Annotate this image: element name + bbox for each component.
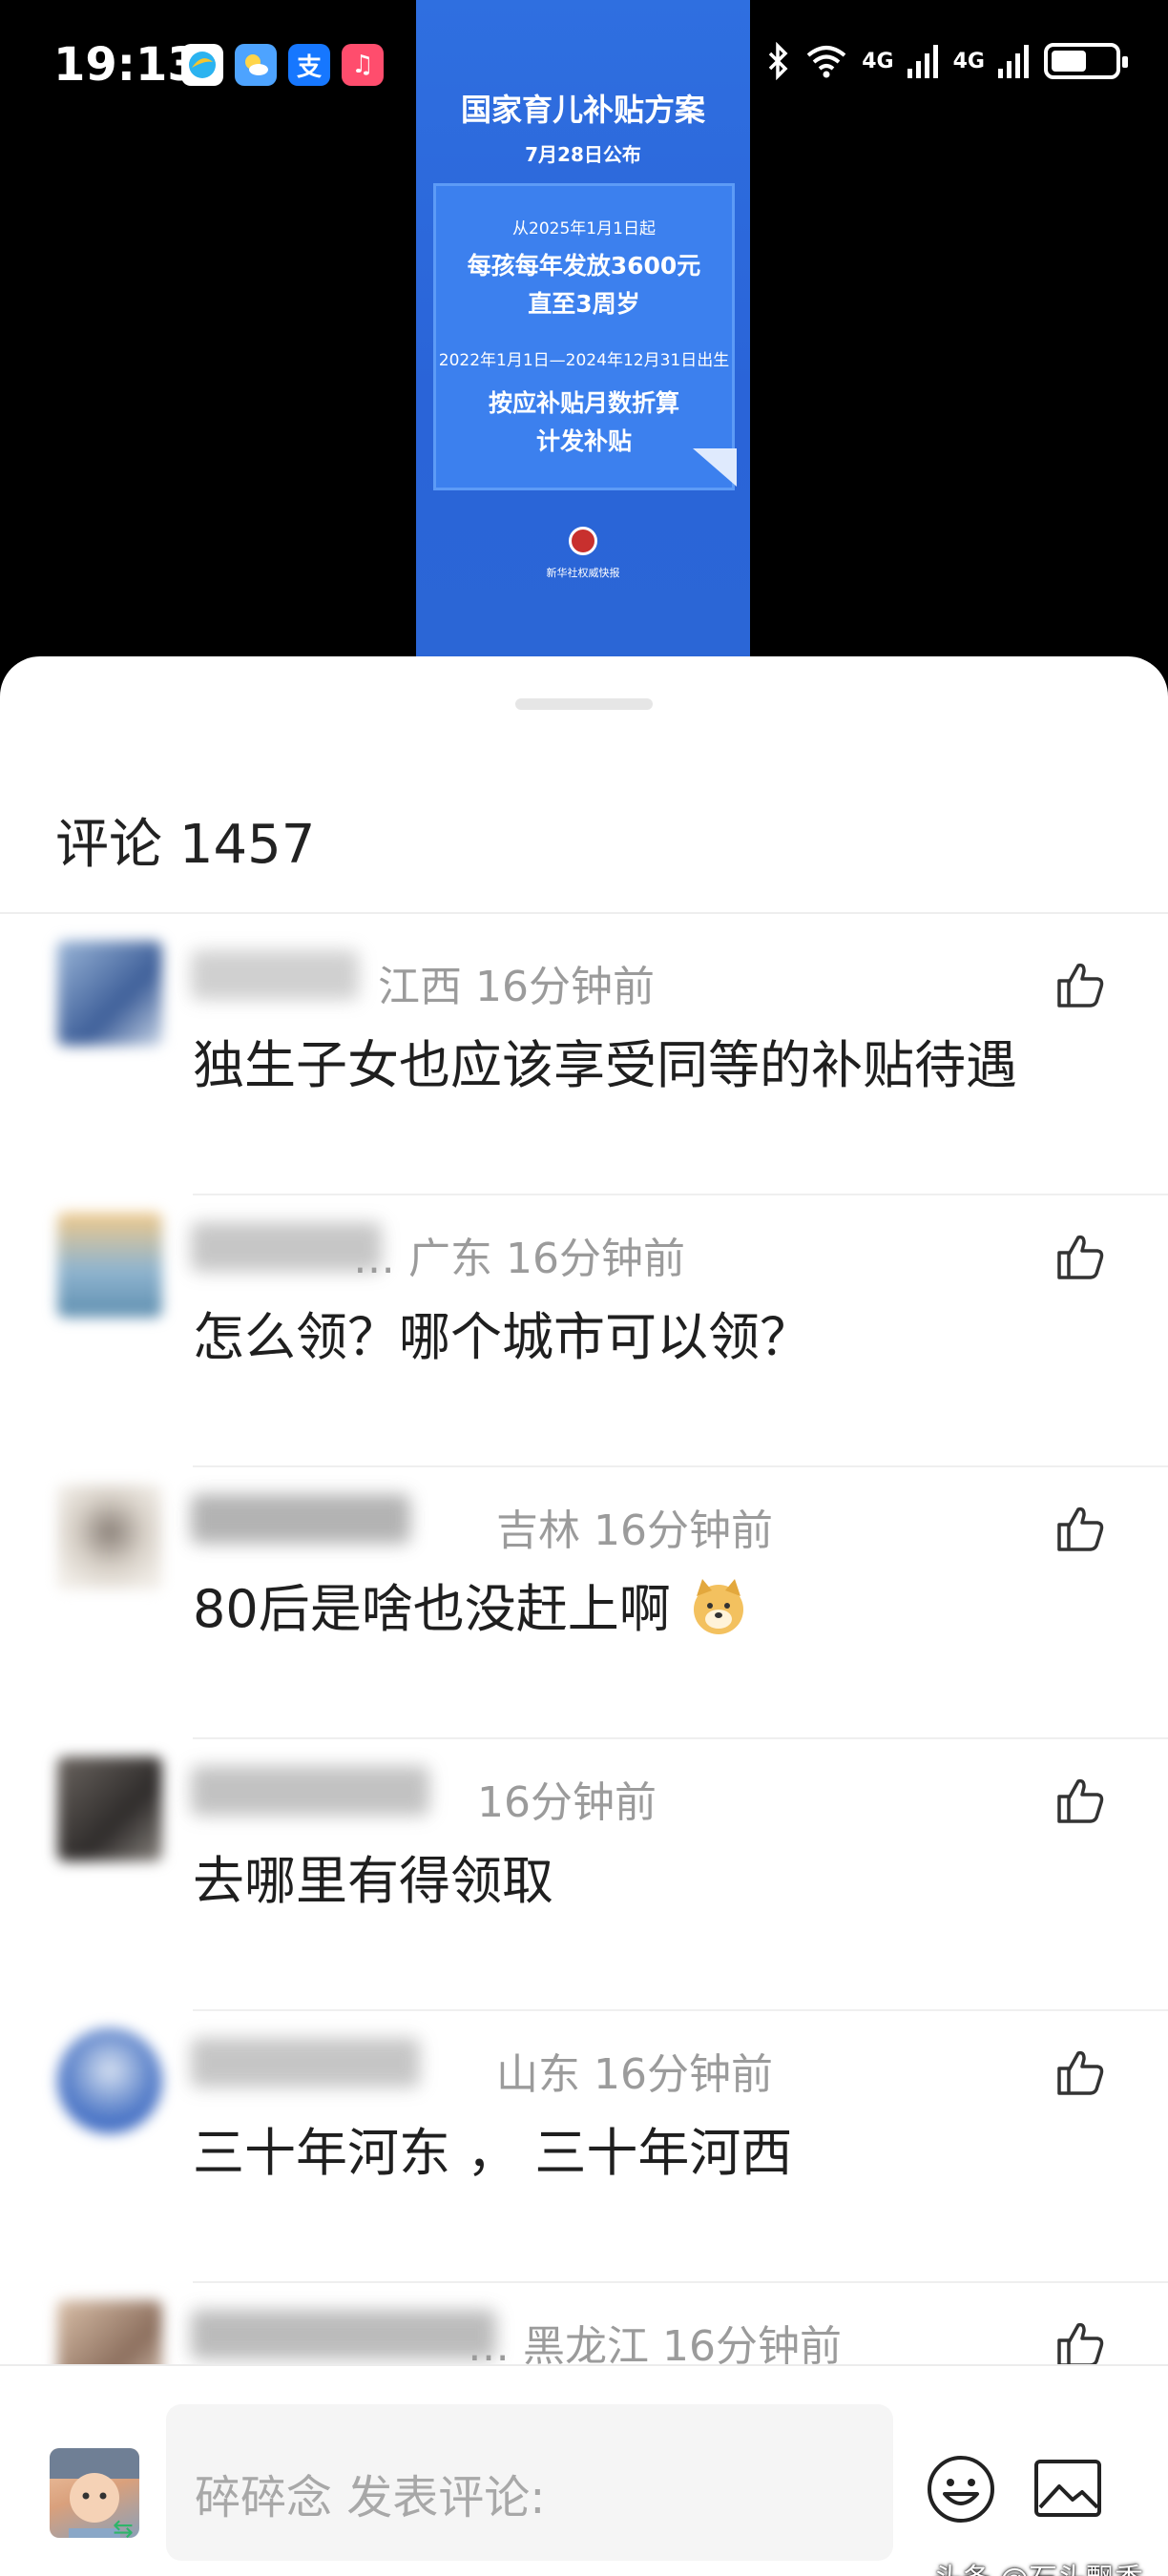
comments-count: 1457 — [178, 814, 316, 876]
avatar[interactable] — [57, 1485, 162, 1589]
comment-region: 吉林 — [496, 1506, 580, 1555]
watermark: 头条 @石头飘香 — [933, 2555, 1143, 2576]
emoji-icon[interactable] — [926, 2454, 996, 2524]
comment-region: 江西 — [378, 963, 462, 1011]
poster-line: 从2025年1月1日起 — [512, 219, 656, 239]
comment-item[interactable]: 吉林 16分钟前 80后是啥也没赶上啊 — [0, 1467, 1168, 1739]
comment-name-ellipsis: … — [353, 1235, 395, 1283]
poster-line: 按应补贴月数折算 — [488, 389, 679, 417]
alipay-icon: 支 — [288, 44, 330, 86]
poster-line: 每孩每年发放3600元 — [467, 252, 701, 280]
comment-text-row: 80后是啥也没赶上啊 — [193, 1567, 750, 1642]
username-blurred[interactable] — [191, 2310, 496, 2359]
comment-meta: 山东 16分钟前 — [496, 2040, 773, 2101]
doge-emoji-icon — [693, 1579, 743, 1634]
poster-line: 2022年1月1日—2024年12月31日出生 — [438, 351, 730, 370]
comment-item[interactable]: 16分钟前 去哪里有得领取 — [0, 1739, 1168, 2011]
comment-text: 怎么领？哪个城市可以领？ — [193, 1307, 811, 1367]
system-icons: 4G 4G — [715, 42, 1128, 80]
wifi-icon — [806, 46, 846, 78]
image-icon[interactable] — [1032, 2458, 1103, 2519]
signal-icon-2 — [998, 45, 1029, 78]
comment-text: 80后是啥也没赶上啊 — [193, 1579, 671, 1639]
comment-input-placeholder: 碎碎念 发表评论: — [195, 2471, 546, 2524]
article-poster-image[interactable]: 国家育儿补贴方案 7月28日公布 从2025年1月1日起 每孩每年发放3600元… — [416, 0, 750, 658]
bluetooth-icon — [769, 42, 788, 80]
comment-region: 山东 — [496, 2050, 580, 2099]
like-icon[interactable] — [1053, 1774, 1107, 1827]
avatar[interactable] — [57, 2028, 162, 2133]
comment-item[interactable]: … 广东 16分钟前 怎么领？哪个城市可以领？ — [0, 1195, 1168, 1467]
comment-meta: 江西 16分钟前 — [378, 952, 655, 1013]
comment-text: 独生子女也应该享受同等的补贴待遇 — [193, 1035, 1017, 1095]
like-icon[interactable] — [1053, 958, 1107, 1011]
comment-meta: … 广东 16分钟前 — [353, 1224, 685, 1285]
avatar[interactable] — [57, 1213, 162, 1318]
like-icon[interactable] — [1053, 2317, 1107, 2371]
switch-account-icon[interactable]: ⇆ — [113, 2515, 134, 2544]
poster-line: 计发补贴 — [535, 427, 632, 455]
signal-icon-1 — [907, 45, 938, 78]
poster-line: 直至3周岁 — [528, 290, 640, 318]
battery-icon — [1044, 43, 1128, 79]
comment-text: 三十年河东 ， 三十年河西 — [193, 2123, 793, 2183]
username-blurred[interactable] — [191, 1494, 410, 1544]
header-divider — [0, 912, 1168, 914]
comments-label: 评论 — [55, 814, 162, 876]
comment-time: 16分钟前 — [477, 1778, 657, 1827]
clock: 19:13 — [53, 38, 199, 92]
poster-card: 从2025年1月1日起 每孩每年发放3600元 直至3周岁 2022年1月1日—… — [433, 183, 735, 490]
like-icon[interactable] — [1053, 1502, 1107, 1555]
comment-region: 广东 — [408, 1235, 492, 1283]
comment-time: 16分钟前 — [594, 1506, 773, 1555]
sheet-drag-handle[interactable] — [515, 698, 653, 710]
comments-sheet: 评论 1457 江西 16分钟前 独生子女也应该享受同等的补贴待遇 … 广东 1… — [0, 656, 1168, 2576]
poster-date: 7月28日公布 — [525, 143, 641, 166]
avatar[interactable] — [57, 941, 162, 1046]
comment-item[interactable]: 山东 16分钟前 三十年河东 ， 三十年河西 — [0, 2011, 1168, 2283]
username-blurred[interactable] — [191, 1766, 429, 1816]
browser-icon — [181, 44, 223, 86]
comment-meta: 16分钟前 — [477, 1768, 657, 1829]
like-icon[interactable] — [1053, 1230, 1107, 1283]
poster-credit: 新华社权威快报 — [546, 567, 620, 579]
weather-icon — [235, 44, 277, 86]
comment-meta: 吉林 16分钟前 — [496, 1496, 773, 1557]
avatar[interactable] — [57, 1756, 162, 1861]
comments-header: 评论 1457 — [55, 801, 315, 879]
like-icon[interactable] — [1053, 2046, 1107, 2099]
page-curl-decoration — [693, 448, 737, 487]
comment-text: 去哪里有得领取 — [193, 1851, 553, 1911]
comment-time: 16分钟前 — [475, 963, 655, 1011]
notification-app-icons: 支 ♫ — [181, 44, 384, 86]
username-blurred[interactable] — [191, 2038, 420, 2088]
username-blurred[interactable] — [191, 950, 359, 1000]
comment-input-bar: ⇆ 碎碎念 发表评论: 头条 @石头飘香 — [0, 2364, 1168, 2576]
comment-item[interactable]: 江西 16分钟前 独生子女也应该享受同等的补贴待遇 — [0, 924, 1168, 1195]
xinhua-logo-icon — [569, 527, 597, 555]
network-label-1: 4G — [862, 49, 894, 73]
poster-title: 国家育儿补贴方案 — [460, 92, 705, 128]
music-icon: ♫ — [342, 44, 384, 86]
comment-time: 16分钟前 — [594, 2050, 773, 2099]
network-label-2: 4G — [952, 49, 985, 73]
comment-time: 16分钟前 — [506, 1235, 685, 1283]
comment-input[interactable]: 碎碎念 发表评论: — [166, 2404, 893, 2561]
